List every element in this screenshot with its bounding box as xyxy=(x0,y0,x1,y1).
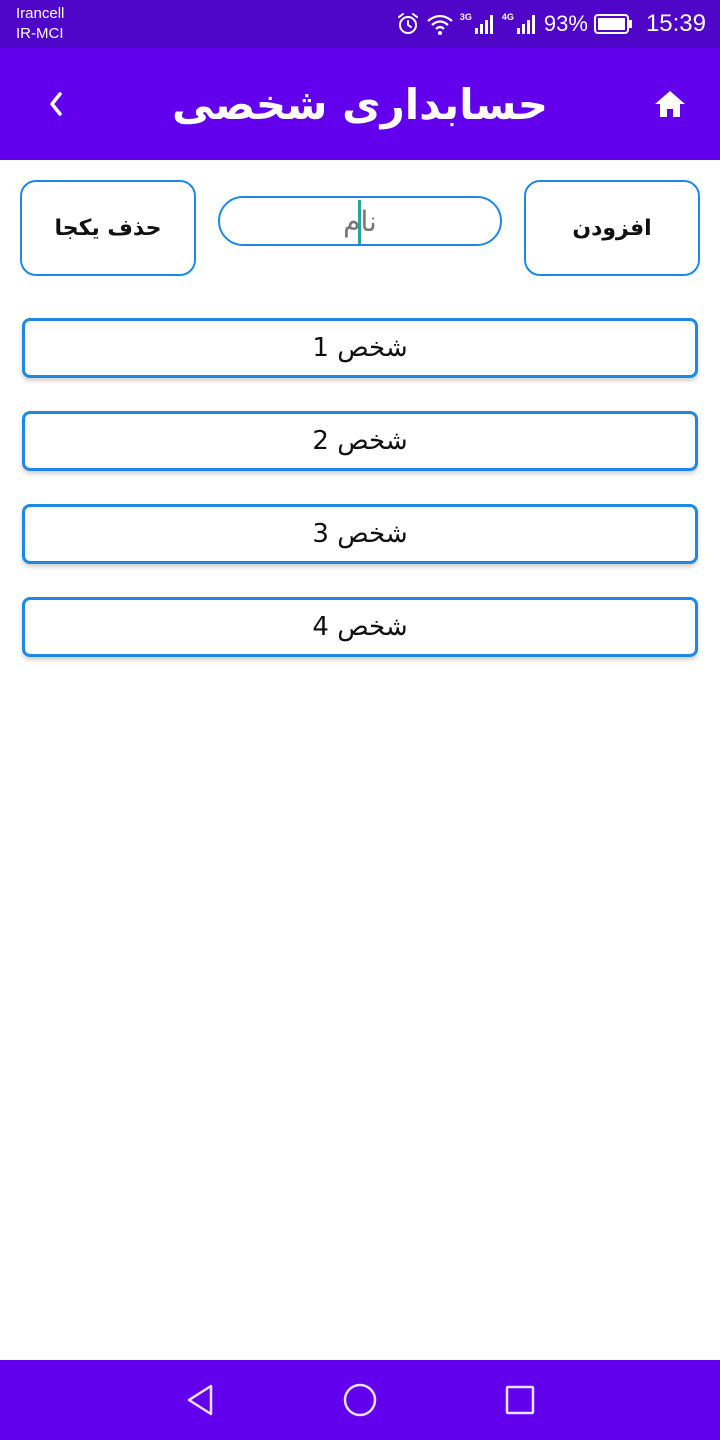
alarm-icon xyxy=(396,12,420,36)
add-button[interactable]: افزودن xyxy=(524,180,700,276)
home-circle-icon[interactable] xyxy=(340,1380,380,1420)
page-title: حسابداری شخصی xyxy=(172,79,548,129)
carrier-1: Irancell xyxy=(16,5,65,22)
status-icons: 3G 4G 93% 15:39 xyxy=(396,0,706,48)
app-bar: حسابداری شخصی xyxy=(0,48,720,160)
carrier-2: IR-MCI xyxy=(16,25,64,42)
list-item[interactable]: شخص 1 xyxy=(22,318,698,378)
recents-square-icon[interactable] xyxy=(500,1380,540,1420)
battery-percentage: 93% xyxy=(543,11,588,36)
list-item[interactable]: شخص 2 xyxy=(22,411,698,471)
status-bar: Irancell IR-MCI 3G 4G 93% 15:39 xyxy=(0,0,720,48)
network-type-2: 4G xyxy=(501,12,514,22)
text-caret xyxy=(358,200,361,244)
delete-all-button[interactable]: حذف یکجا xyxy=(20,180,196,276)
battery-icon xyxy=(593,13,634,35)
carrier-info: Irancell IR-MCI xyxy=(16,4,64,44)
wifi-icon xyxy=(426,12,454,36)
list-item[interactable]: شخص 4 xyxy=(22,597,698,657)
signal-icon xyxy=(474,13,496,35)
home-icon[interactable] xyxy=(650,84,690,124)
person-list: شخص 1 شخص 2 شخص 3 شخص 4 xyxy=(22,318,698,690)
navigation-bar xyxy=(0,1360,720,1440)
back-triangle-icon[interactable] xyxy=(180,1380,220,1420)
network-type-1: 3G xyxy=(459,12,472,22)
signal-icon xyxy=(516,13,538,35)
chevron-left-icon[interactable] xyxy=(40,84,72,124)
list-item[interactable]: شخص 3 xyxy=(22,504,698,564)
clock: 15:39 xyxy=(645,10,706,37)
